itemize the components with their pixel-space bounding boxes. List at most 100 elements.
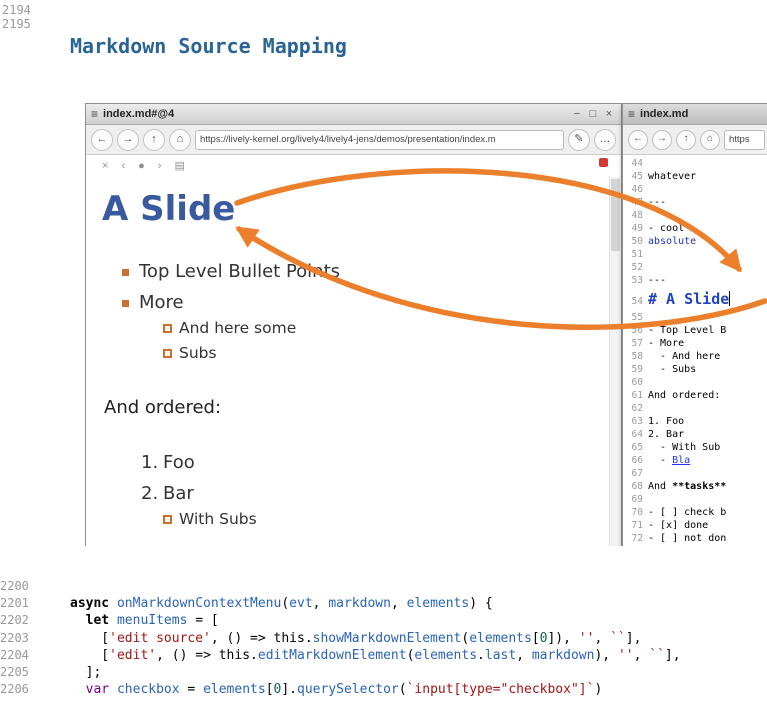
- sub-bullet-item: With Subs: [179, 511, 621, 527]
- line-number: 71: [623, 519, 648, 532]
- minimize-icon[interactable]: −: [570, 108, 584, 120]
- line-number: 2195: [2, 17, 31, 31]
- source-line: 47---: [623, 196, 767, 209]
- toolbar-close-icon[interactable]: ×: [102, 155, 108, 177]
- line-number: 70: [623, 506, 648, 519]
- source-line: 54# A Slide: [623, 287, 767, 311]
- close-icon[interactable]: ×: [602, 108, 616, 120]
- code-line: 2200: [0, 578, 767, 595]
- line-number: 66: [623, 454, 648, 467]
- source-line: 61And ordered:: [623, 389, 767, 402]
- line-number: 2202: [0, 612, 70, 629]
- record-indicator: [599, 158, 608, 167]
- up-button[interactable]: ↑: [676, 130, 696, 150]
- toolbar-dot-icon[interactable]: ●: [138, 155, 145, 177]
- home-button[interactable]: ⌂: [700, 130, 720, 150]
- slide-content: A Slide Top Level Bullet PointsMoreAnd h…: [86, 177, 621, 546]
- source-line: 67: [623, 467, 767, 480]
- window-title: index.md: [640, 108, 688, 120]
- line-number: 72: [623, 532, 648, 545]
- toolbar-prev-icon[interactable]: ‹: [121, 155, 125, 177]
- line-number: 56: [623, 324, 648, 337]
- ordered-item: 1.Foo: [141, 454, 621, 472]
- url-field[interactable]: https://lively-kernel.org/lively4/lively…: [195, 130, 564, 150]
- source-line: 55: [623, 311, 767, 324]
- url-field[interactable]: https: [724, 130, 765, 150]
- code-line: 2204 ['edit', () => this.editMarkdownEle…: [0, 647, 767, 664]
- line-number: 48: [623, 209, 648, 222]
- line-number: 59: [623, 363, 648, 376]
- code-line: 2201async onMarkdownContextMenu(evt, mar…: [0, 595, 767, 612]
- line-number: 63: [623, 415, 648, 428]
- line-number: 55: [623, 311, 648, 324]
- line-number: 2205: [0, 664, 70, 681]
- source-line: 60: [623, 376, 767, 389]
- hamburger-menu-icon[interactable]: ≡: [628, 107, 635, 121]
- rendered-browser-window: ≡ index.md#@4 − □ × ← → ↑ ⌂ https://live…: [85, 103, 622, 546]
- line-number: 47: [623, 196, 648, 209]
- line-number: 64: [623, 428, 648, 441]
- code-editor[interactable]: 22002201async onMarkdownContextMenu(evt,…: [0, 578, 767, 698]
- source-line: 44: [623, 157, 767, 170]
- source-line: 66 - Bla: [623, 454, 767, 467]
- code-line: 2203 ['edit source', () => this.showMark…: [0, 630, 767, 647]
- hamburger-menu-icon[interactable]: ≡: [91, 107, 98, 121]
- line-number: 68: [623, 480, 648, 493]
- scrollbar[interactable]: [609, 177, 621, 546]
- presentation-toolbar: × ‹ ● › ▤: [86, 155, 621, 177]
- maximize-icon[interactable]: □: [586, 108, 600, 120]
- source-line: 52: [623, 261, 767, 274]
- window-titlebar[interactable]: ≡ index.md#@4 − □ ×: [86, 104, 621, 125]
- source-line: 57- More: [623, 337, 767, 350]
- line-number: 49: [623, 222, 648, 235]
- toolbar-print-icon[interactable]: ▤: [174, 155, 184, 177]
- source-browser-window: ≡ index.md ← → ↑ ⌂ https 4445whatever464…: [622, 103, 767, 546]
- scrollbar-thumb[interactable]: [611, 179, 620, 251]
- forward-button[interactable]: →: [652, 130, 672, 150]
- source-line: 56- Top Level B: [623, 324, 767, 337]
- more-options-button[interactable]: …: [594, 129, 616, 151]
- sub-bullet-item: And here some: [179, 320, 621, 336]
- source-line: 59 - Subs: [623, 363, 767, 376]
- slide-bullet-list: Top Level Bullet PointsMoreAnd here some…: [102, 263, 621, 361]
- line-number: 2200: [0, 578, 70, 595]
- line-number: 50: [623, 235, 648, 248]
- toolbar-next-icon[interactable]: ›: [158, 155, 162, 177]
- markdown-figure: ≡ index.md#@4 − □ × ← → ↑ ⌂ https://live…: [85, 103, 767, 546]
- home-button[interactable]: ⌂: [169, 129, 191, 151]
- source-editor[interactable]: 4445whatever4647---4849- cool50absolute5…: [623, 155, 767, 546]
- line-number: 44: [623, 157, 648, 170]
- browser-navbar: ← → ↑ ⌂ https: [623, 125, 767, 155]
- edit-pencil-button[interactable]: ✎: [568, 129, 590, 151]
- up-button[interactable]: ↑: [143, 129, 165, 151]
- text-cursor: [729, 291, 730, 306]
- window-titlebar[interactable]: ≡ index.md: [623, 104, 767, 125]
- back-button[interactable]: ←: [628, 130, 648, 150]
- source-line: 631. Foo: [623, 415, 767, 428]
- window-title: index.md#@4: [103, 108, 174, 120]
- browser-navbar: ← → ↑ ⌂ https://lively-kernel.org/lively…: [86, 125, 621, 155]
- source-line: 51: [623, 248, 767, 261]
- slide-ordered-list: 1.Foo 2.BarWith Subs: [102, 454, 621, 527]
- code-line: 2205 ];: [0, 664, 767, 681]
- source-line: 45whatever: [623, 170, 767, 183]
- bullet-item: MoreAnd here someSubs: [139, 294, 621, 361]
- line-number: 60: [623, 376, 648, 389]
- line-number: 57: [623, 337, 648, 350]
- source-line: 46: [623, 183, 767, 196]
- line-number: 2206: [0, 681, 70, 698]
- line-number: 2203: [0, 630, 70, 647]
- line-number: 2194: [2, 3, 31, 17]
- source-line: 50absolute: [623, 235, 767, 248]
- back-button[interactable]: ←: [91, 129, 113, 151]
- ordered-item: 2.BarWith Subs: [141, 485, 621, 527]
- lively-editor-page: { "gutter": { "top_lines": ["2194", "219…: [0, 0, 767, 710]
- source-line: 65 - With Sub: [623, 441, 767, 454]
- line-number: 69: [623, 493, 648, 506]
- source-line: 69: [623, 493, 767, 506]
- source-line: 72- [ ] not don: [623, 532, 767, 545]
- line-number: 67: [623, 467, 648, 480]
- line-number: 2204: [0, 647, 70, 664]
- code-line: 2202 let menuItems = [: [0, 612, 767, 629]
- forward-button[interactable]: →: [117, 129, 139, 151]
